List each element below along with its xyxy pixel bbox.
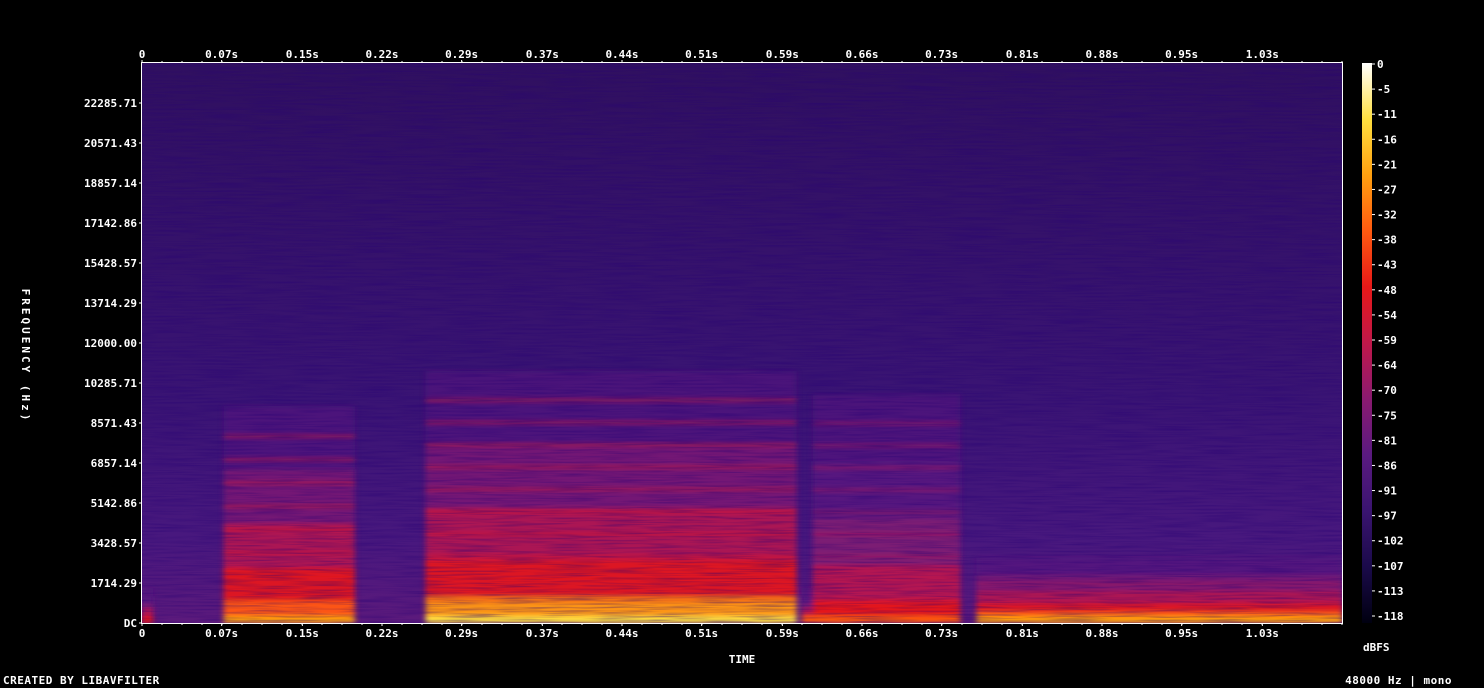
x-tick-label-bottom: 0.44s [605, 627, 638, 640]
x-tick-label-top: 0.44s [605, 48, 638, 61]
y-tick-label: 10285.71 [84, 377, 137, 390]
colorbar-tick-label: -48 [1377, 284, 1397, 297]
colorbar-tick-label: -38 [1377, 234, 1397, 247]
x-tick-label-bottom: 0.81s [1006, 627, 1039, 640]
footer-sample-info: 48000 Hz | mono [1345, 674, 1452, 687]
colorbar-tick-label: -97 [1377, 510, 1397, 523]
colorbar-tick-label: -81 [1377, 434, 1397, 447]
colorbar-tick-label: -43 [1377, 259, 1397, 272]
footer-credit: CREATED BY LIBAVFILTER [3, 674, 160, 687]
colorbar-tick-label: 0 [1377, 58, 1384, 71]
colorbar-tick-label: -91 [1377, 485, 1397, 498]
x-tick-label-bottom: 0.51s [685, 627, 718, 640]
x-tick-label-top: 0.37s [526, 48, 559, 61]
colorbar-tick-label: -54 [1377, 309, 1397, 322]
y-tick-label: 18857.14 [84, 177, 137, 190]
x-tick-label-top: 0.73s [925, 48, 958, 61]
y-axis: DC 1714.29 3428.57 5142.86 6857.14 8571.43 102… [84, 97, 142, 630]
y-tick-label: 22285.71 [84, 97, 137, 110]
x-tick-label-top: 0.07s [205, 48, 238, 61]
colorbar-tick-label: -27 [1377, 183, 1397, 196]
x-tick-label-top: 0.88s [1085, 48, 1118, 61]
colorbar-tick-label: -86 [1377, 459, 1397, 472]
x-tick-label-top: 0.22s [365, 48, 398, 61]
y-tick-label: 12000.00 [84, 337, 137, 350]
y-axis-label: FREQUENCY (Hz) [19, 289, 32, 424]
colorbar-tick-label: -75 [1377, 409, 1397, 422]
spectrogram-plot-area [141, 62, 1343, 624]
x-tick-label-top: 0.51s [685, 48, 718, 61]
y-tick-label: 1714.29 [91, 577, 137, 590]
colorbar-tick-label: -70 [1377, 384, 1397, 397]
y-tick-label: 3428.57 [91, 537, 137, 550]
y-tick-label: 6857.14 [91, 457, 138, 470]
y-tick-label: 17142.86 [84, 217, 137, 230]
x-tick-label-bottom: 0 [139, 627, 146, 640]
y-tick-label: DC [124, 617, 137, 630]
spectrogram-noise-texture [142, 63, 1342, 623]
colorbar-tick-label: -113 [1377, 585, 1404, 598]
x-tick-label-bottom: 0.07s [205, 627, 238, 640]
x-tick-label-bottom: 0.22s [365, 627, 398, 640]
y-tick-label: 20571.43 [84, 137, 137, 150]
x-axis-top: 0 0.07s 0.15s 0.22s 0.29s 0.37s 0.44s 0.51s 0.59… [139, 48, 1343, 63]
x-tick-label-top: 0.29s [445, 48, 478, 61]
colorbar-label: dBFS [1363, 641, 1390, 654]
x-tick-label-bottom: 0.59s [766, 627, 799, 640]
colorbar-tick-label: -64 [1377, 359, 1397, 372]
x-tick-label-top: 0.95s [1165, 48, 1198, 61]
x-tick-label-top: 0.15s [286, 48, 319, 61]
x-tick-label-top: 0.59s [766, 48, 799, 61]
x-tick-label-bottom: 0.95s [1165, 627, 1198, 640]
y-tick-label: 8571.43 [91, 417, 137, 430]
colorbar-tick-label: -107 [1377, 560, 1404, 573]
x-tick-label-top: 0 [139, 48, 146, 61]
x-tick-label-bottom: 0.73s [925, 627, 958, 640]
x-tick-label-top: 1.03s [1246, 48, 1279, 61]
x-tick-label-bottom: 0.37s [526, 627, 559, 640]
x-tick-label-bottom: 1.03s [1246, 627, 1279, 640]
spectrogram-chart: 0 0.07s 0.15s 0.22s 0.29s 0.37s 0.44s 0.51s 0.59… [19, 48, 1404, 666]
x-axis-label: TIME [729, 653, 756, 666]
colorbar-tick-label: -102 [1377, 535, 1404, 548]
x-tick-label-bottom: 0.15s [286, 627, 319, 640]
y-tick-label: 15428.57 [84, 257, 137, 270]
colorbar-tick-label: -5 [1377, 83, 1390, 96]
colorbar-tick-label: -59 [1377, 334, 1397, 347]
colorbar-tick-label: -21 [1377, 158, 1397, 171]
colorbar-tick-label: -16 [1377, 133, 1397, 146]
colorbar-tick-label: -32 [1377, 209, 1397, 222]
x-tick-label-bottom: 0.29s [445, 627, 478, 640]
colorbar: 0 -5 -11 -16 -21 -27 -32 -38 -43 -48 -54 -59 -64 -70 -… [1362, 58, 1404, 654]
x-tick-label-bottom: 0.88s [1085, 627, 1118, 640]
x-axis-bottom: 0 0.07s 0.15s 0.22s 0.29s 0.37s 0.44s 0.51s 0.59… [139, 623, 1343, 640]
x-tick-label-top: 0.66s [845, 48, 878, 61]
x-tick-label-bottom: 0.66s [845, 627, 878, 640]
x-tick-label-top: 0.81s [1006, 48, 1039, 61]
y-tick-label: 13714.29 [84, 297, 137, 310]
colorbar-tick-label: -11 [1377, 108, 1397, 121]
colorbar-tick-label: -118 [1377, 610, 1404, 623]
y-tick-label: 5142.86 [91, 497, 138, 510]
colorbar-gradient [1362, 63, 1372, 623]
